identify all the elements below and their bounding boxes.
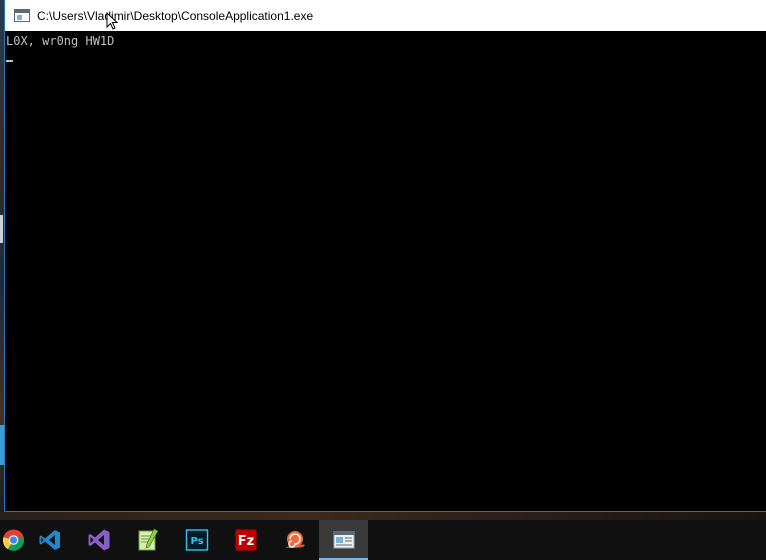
svg-text:Fz: Fz [237,534,253,549]
filezilla-icon: Fz [235,529,256,551]
console-output[interactable]: L0X, wr0ng HW1D [5,31,766,511]
taskbar[interactable]: Ps Fz [0,520,766,560]
taskbar-item-visual-studio[interactable] [74,520,123,560]
vscode-icon [39,530,60,550]
taskbar-item-vscode[interactable] [25,520,74,560]
text-cursor [6,60,13,62]
photoshop-icon: Ps [185,529,208,551]
console-window-icon [333,531,354,549]
window-title: C:\Users\Vladimir\Desktop\ConsoleApplica… [37,8,314,23]
taskbar-item-filezilla[interactable]: Fz [221,520,270,560]
window-titlebar[interactable]: C:\Users\Vladimir\Desktop\ConsoleApplica… [5,0,766,31]
console-line: L0X, wr0ng HW1D [6,34,115,48]
svg-text:Ps: Ps [190,536,203,547]
taskbar-item-console-application[interactable] [319,520,368,560]
chrome-icon [2,529,25,551]
mouse-pointer-icon [106,12,118,30]
snail-icon [284,531,305,548]
visual-studio-icon [88,529,109,551]
desktop-marker [0,215,3,243]
taskbar-item-notepad-plus-plus[interactable] [123,520,172,560]
taskbar-item-snail-app[interactable] [270,520,319,560]
console-app-icon[interactable] [14,9,30,22]
notepad-plus-plus-icon [138,528,158,551]
console-window[interactable]: C:\Users\Vladimir\Desktop\ConsoleApplica… [4,0,766,512]
desktop-background [0,512,766,520]
console-prompt-line [6,49,765,65]
taskbar-item-chrome[interactable] [0,520,25,560]
taskbar-item-photoshop[interactable]: Ps [172,520,221,560]
